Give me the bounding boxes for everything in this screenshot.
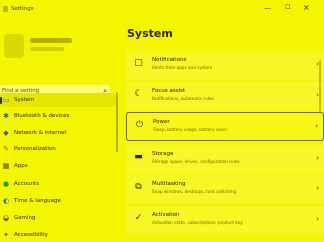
sidebar-item-label: Apps [14,163,28,169]
sidebar-item-apps[interactable]: ▦ Apps [0,159,116,173]
storage-icon: ▬ [134,152,143,162]
main-scrollbar[interactable] [319,60,321,112]
minimize-icon[interactable]: — [264,3,271,13]
page-title: System [127,27,173,40]
card-title: Notifications [152,57,187,63]
sidebar-item-label: Accounts [14,181,40,187]
card-storage[interactable]: ▬ Storage Storage space, drives, configura… [126,145,324,174]
chevron-right-icon: › [315,122,318,130]
chevron-right-icon: › [316,215,319,223]
person-icon: ● [2,180,10,188]
window-title: Settings [11,6,34,12]
brush-icon: ✎ [3,145,9,153]
sidebar-item-label: Accessibility [14,232,48,238]
card-activation[interactable]: ✓ Activation Activation state, subscriptio… [126,206,324,235]
sidebar-item-network-internet[interactable]: ◆ Network & internet [0,126,116,140]
card-title: Power [153,119,170,125]
title-bar: Settings — ☐ × [0,0,324,22]
card-multitasking[interactable]: ⧉ Multitasking Snap windows, desktops, tas… [126,175,324,204]
sidebar-item-label: System [14,97,35,103]
card-subtitle: Activation state, subscriptions, product… [152,220,243,225]
chevron-right-icon: › [316,184,319,192]
avatar [4,34,24,58]
bell-icon: ▢ [134,58,143,68]
maximize-icon[interactable]: ☐ [285,3,290,13]
check-circle-icon: ✓ [134,213,143,223]
sidebar-item-accounts[interactable]: ● Accounts [0,177,116,191]
card-subtitle: Alerts from apps and system [152,65,213,70]
close-icon[interactable]: × [303,3,310,13]
monitor-icon: ▭ [2,96,10,104]
sidebar: Find a setting ⌕ ▭ System ✱ Bluetooth & dev… [0,22,121,239]
card-notifications[interactable]: ▢ Notifications Alerts from apps and syste… [126,51,324,80]
sidebar-scrollbar[interactable] [116,92,118,152]
card-title: Focus assist [152,88,186,94]
card-subtitle: Snap windows, desktops, task switching [152,189,237,194]
user-profile[interactable] [4,32,116,72]
card-power[interactable]: ⏻ Power Sleep, battery usage, battery save… [126,112,324,141]
card-title: Activation [152,212,180,218]
bluetooth-icon: ✱ [3,112,9,120]
card-subtitle: Sleep, battery usage, battery saver [153,127,228,132]
sidebar-item-system[interactable]: ▭ System [0,93,116,107]
sidebar-item-personalization[interactable]: ✎ Personalization [0,142,116,156]
settings-app-icon [3,6,8,12]
sidebar-item-label: Personalization [14,146,56,152]
card-subtitle: Storage space, drives, configuration rul… [152,159,240,164]
sidebar-item-label: Bluetooth & devices [14,113,70,119]
apps-icon: ▦ [2,162,10,170]
sidebar-item-bluetooth-devices[interactable]: ✱ Bluetooth & devices [0,109,116,123]
wifi-icon: ◆ [3,129,9,137]
chevron-right-icon: › [316,154,319,162]
card-subtitle: Notifications, automatic rules [152,96,214,101]
card-title: Multitasking [152,181,186,187]
multitask-icon: ⧉ [135,182,142,192]
globe-clock-icon: ◐ [2,197,10,205]
card-title: Storage [152,151,174,157]
profile-name-redacted [30,38,72,43]
gamepad-icon: ◒ [2,214,10,222]
moon-icon: ☾ [134,89,143,99]
profile-email-redacted [30,47,64,51]
card-focus-assist[interactable]: ☾ Focus assist Notifications, automatic ru… [126,82,324,111]
sidebar-item-gaming[interactable]: ◒ Gaming [0,211,116,225]
sidebar-item-label: Time & language [14,198,61,204]
sidebar-item-time-language[interactable]: ◐ Time & language [0,194,116,208]
sidebar-item-label: Network & internet [14,130,67,136]
power-icon: ⏻ [135,120,144,130]
accessibility-icon: ✦ [3,231,9,239]
sidebar-item-label: Gaming [14,215,36,221]
